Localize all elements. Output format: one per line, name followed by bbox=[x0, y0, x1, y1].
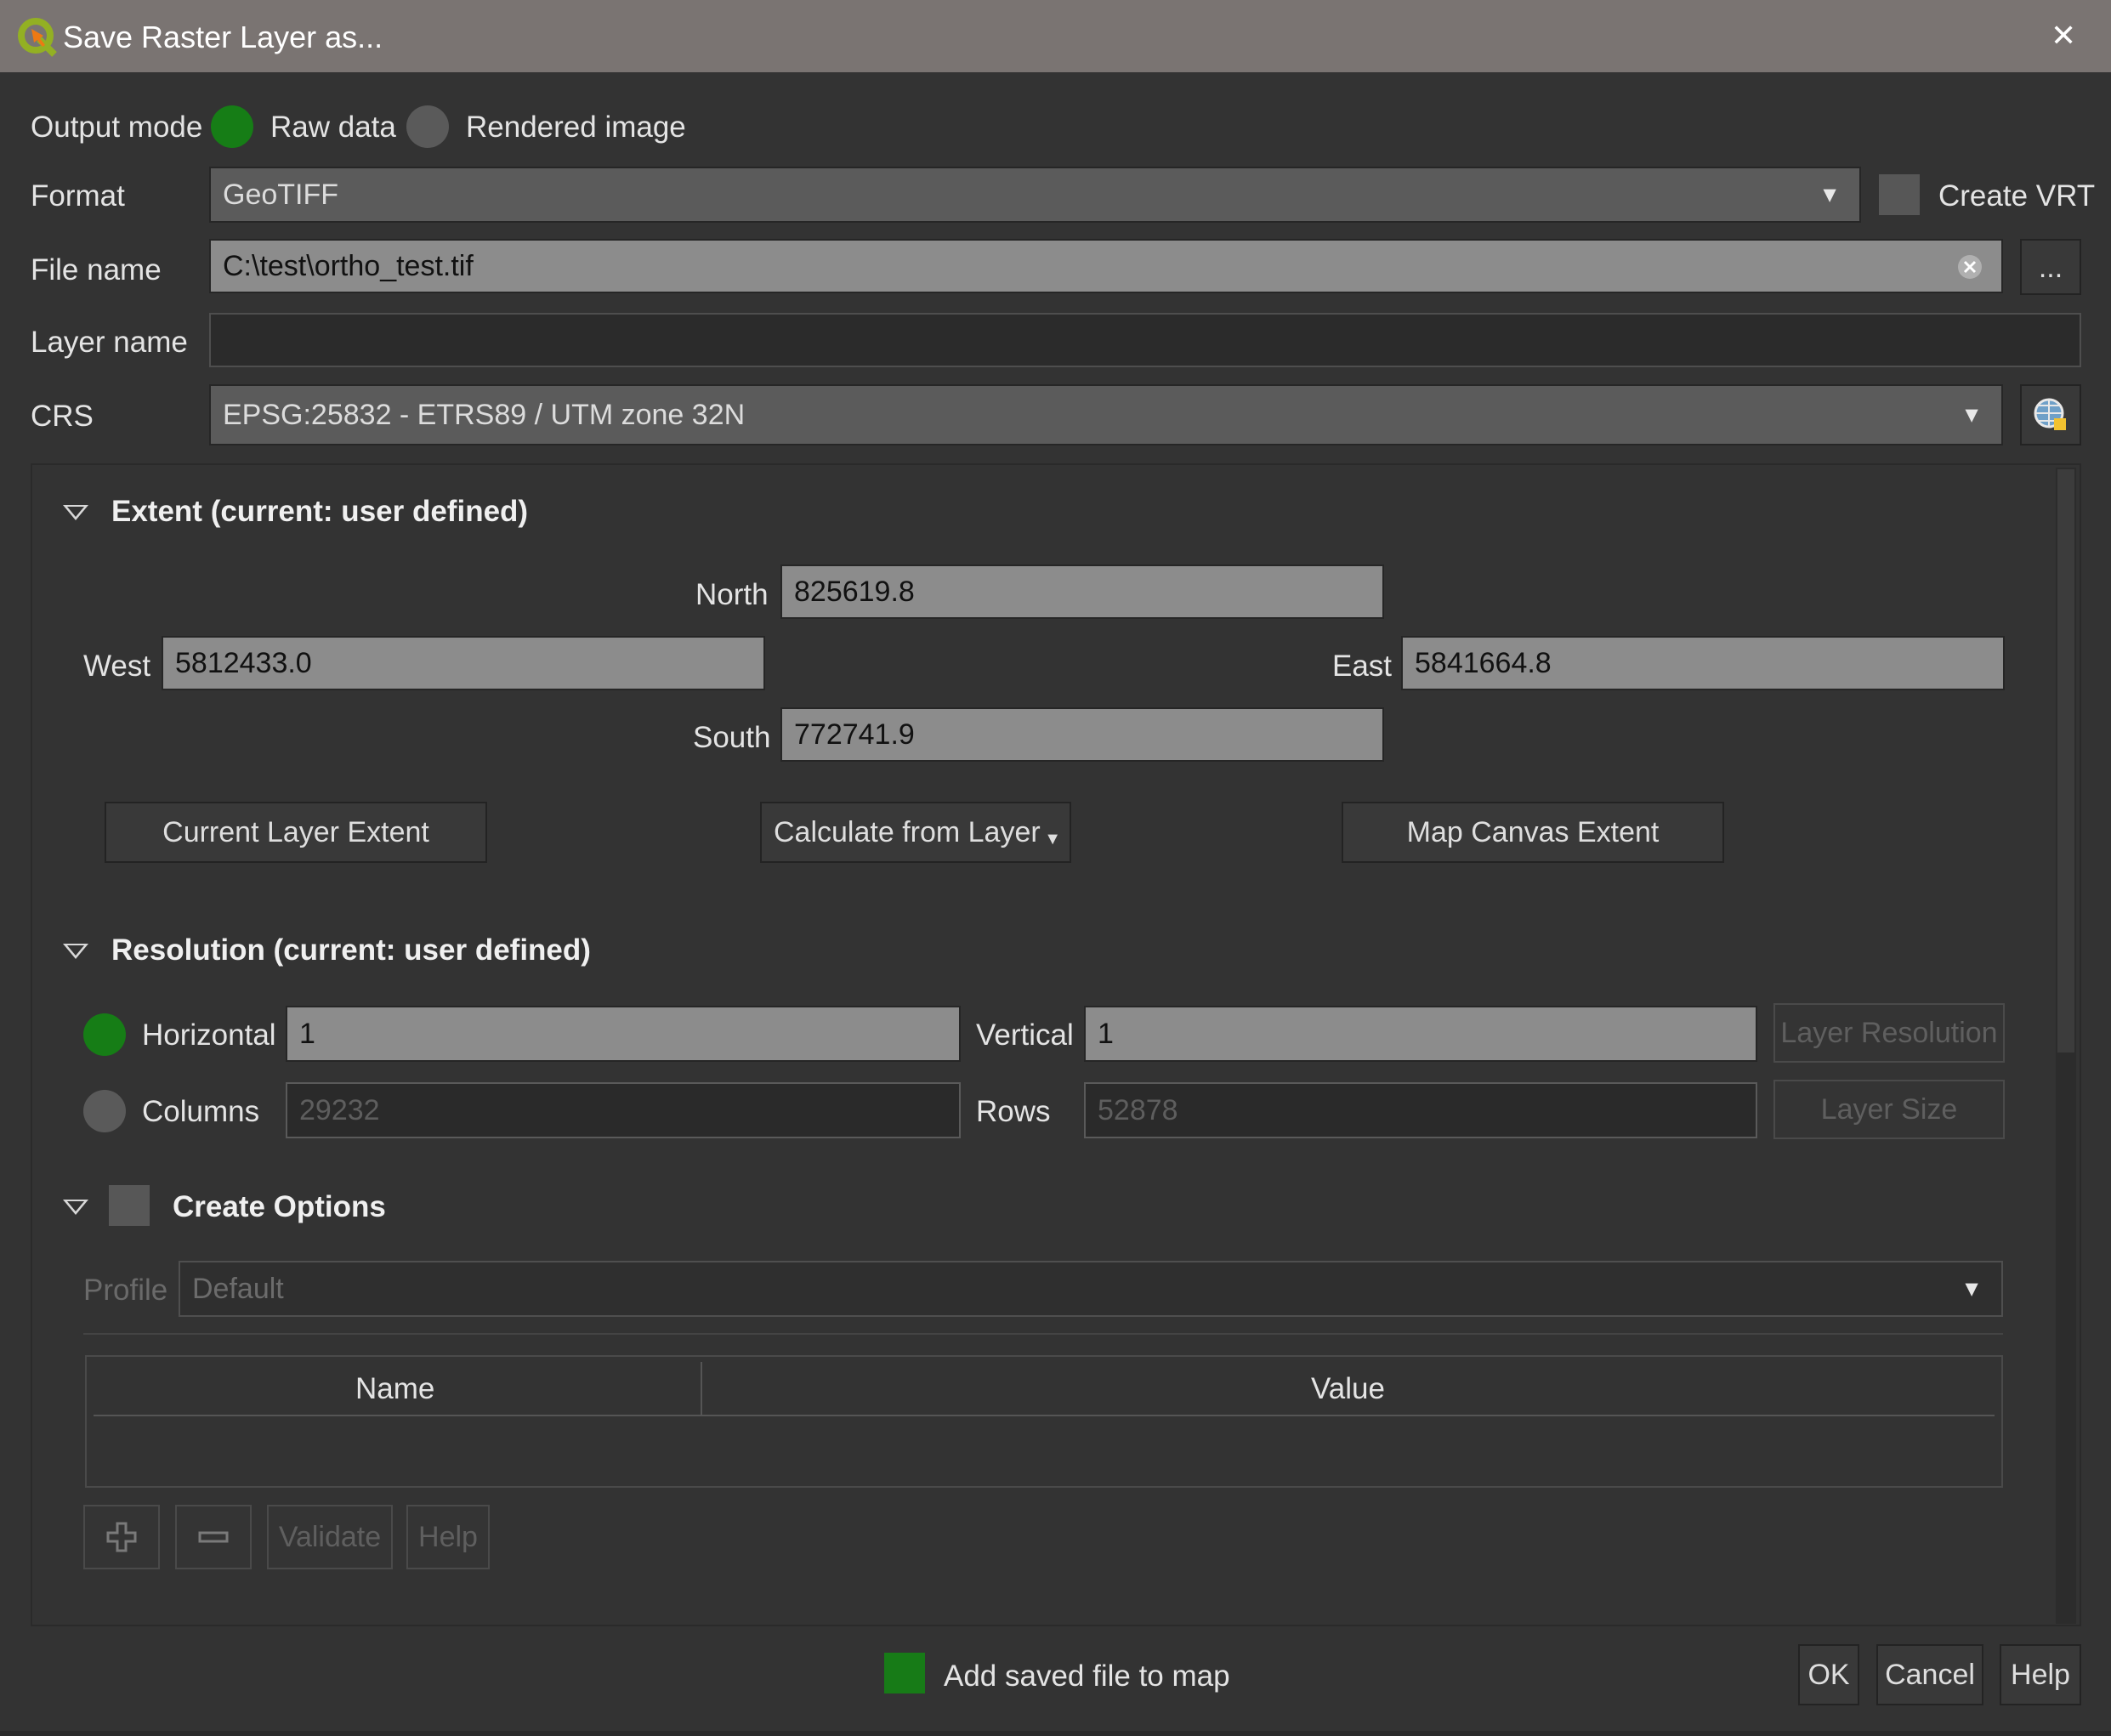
rows-label: Rows bbox=[976, 1095, 1051, 1128]
raw-data-label: Raw data bbox=[270, 111, 396, 144]
help-button[interactable]: Help bbox=[2000, 1644, 2081, 1705]
south-label: South bbox=[693, 721, 771, 754]
format-label: Format bbox=[31, 179, 125, 213]
value-column-header[interactable]: Value bbox=[1311, 1374, 1385, 1404]
file-name-input[interactable]: C:\test\ortho_test.tif bbox=[209, 239, 2003, 293]
columns-label: Columns bbox=[142, 1095, 260, 1128]
south-input[interactable]: 772741.9 bbox=[780, 707, 1384, 762]
calculate-from-layer-label: Calculate from Layer bbox=[774, 815, 1041, 848]
close-icon[interactable]: ✕ bbox=[2051, 20, 2076, 51]
chevron-down-icon: ▼ bbox=[1044, 830, 1061, 848]
ok-button[interactable]: OK bbox=[1798, 1644, 1859, 1705]
map-canvas-extent-button[interactable]: Map Canvas Extent bbox=[1342, 802, 1724, 863]
resolution-section-title[interactable]: Resolution (current: user defined) bbox=[111, 935, 591, 965]
profile-value: Default bbox=[192, 1272, 284, 1305]
east-label: East bbox=[1332, 650, 1393, 683]
options-table: Name Value bbox=[85, 1355, 2003, 1488]
clear-icon[interactable] bbox=[1957, 254, 1983, 280]
qgis-logo-icon bbox=[18, 18, 57, 57]
rendered-image-radio[interactable] bbox=[406, 105, 449, 148]
extent-section-title[interactable]: Extent (current: user defined) bbox=[111, 496, 528, 526]
scrollbar-thumb[interactable] bbox=[2057, 469, 2074, 1052]
rows-input[interactable]: 52878 bbox=[1084, 1082, 1757, 1138]
title-bar: Save Raster Layer as... ✕ bbox=[0, 0, 2111, 72]
vertical-label: Vertical bbox=[976, 1018, 1074, 1052]
cancel-button[interactable]: Cancel bbox=[1876, 1644, 1983, 1705]
file-name-value: C:\test\ortho_test.tif bbox=[223, 250, 474, 282]
format-value: GeoTIFF bbox=[223, 178, 339, 211]
east-input[interactable]: 5841664.8 bbox=[1401, 636, 2005, 690]
save-raster-dialog: Save Raster Layer as... ✕ Output mode Ra… bbox=[0, 0, 2111, 1736]
validate-button[interactable]: Validate bbox=[267, 1505, 393, 1569]
north-input[interactable]: 825619.8 bbox=[780, 564, 1384, 619]
chevron-down-icon: ▼ bbox=[1961, 1275, 1983, 1302]
plus-icon bbox=[106, 1522, 137, 1552]
output-mode-label: Output mode bbox=[31, 111, 203, 144]
add-option-button[interactable] bbox=[83, 1505, 160, 1569]
add-to-map-label: Add saved file to map bbox=[944, 1659, 1230, 1693]
crs-selector-button[interactable] bbox=[2020, 384, 2081, 445]
north-label: North bbox=[695, 578, 769, 611]
create-options-checkbox[interactable] bbox=[109, 1185, 150, 1226]
create-vrt-label: Create VRT bbox=[1938, 179, 2096, 213]
crs-combo[interactable]: EPSG:25832 - ETRS89 / UTM zone 32N ▼ bbox=[209, 384, 2003, 445]
west-label: West bbox=[83, 650, 151, 683]
horizontal-label: Horizontal bbox=[142, 1018, 276, 1052]
chevron-down-icon: ▼ bbox=[1961, 401, 1983, 428]
raw-data-radio[interactable] bbox=[211, 105, 253, 148]
crs-label: CRS bbox=[31, 400, 94, 433]
vertical-input[interactable]: 1 bbox=[1084, 1006, 1757, 1062]
current-layer-extent-button[interactable]: Current Layer Extent bbox=[105, 802, 487, 863]
add-to-map-checkbox[interactable] bbox=[884, 1653, 925, 1693]
table-header-divider bbox=[94, 1415, 1995, 1416]
window-title: Save Raster Layer as... bbox=[63, 20, 383, 54]
crs-value: EPSG:25832 - ETRS89 / UTM zone 32N bbox=[223, 398, 746, 431]
layer-name-label: Layer name bbox=[31, 326, 188, 359]
file-name-label: File name bbox=[31, 253, 162, 286]
calculate-from-layer-button[interactable]: Calculate from Layer ▼ bbox=[760, 802, 1071, 863]
format-combo[interactable]: GeoTIFF ▼ bbox=[209, 167, 1861, 223]
remove-option-button[interactable] bbox=[175, 1505, 252, 1569]
layer-size-button[interactable]: Layer Size bbox=[1773, 1080, 2005, 1139]
minus-icon bbox=[198, 1531, 229, 1543]
columns-radio[interactable] bbox=[83, 1090, 126, 1132]
create-options-title[interactable]: Create Options bbox=[173, 1192, 386, 1222]
create-options-help-button[interactable]: Help bbox=[406, 1505, 490, 1569]
rendered-image-label: Rendered image bbox=[466, 111, 686, 144]
profile-label: Profile bbox=[83, 1274, 168, 1307]
create-vrt-checkbox[interactable] bbox=[1879, 174, 1920, 215]
collapse-create-options-icon[interactable] bbox=[63, 1200, 88, 1215]
column-divider bbox=[701, 1362, 702, 1415]
collapse-resolution-icon[interactable] bbox=[63, 944, 88, 959]
horizontal-input[interactable]: 1 bbox=[286, 1006, 961, 1062]
collapse-extent-icon[interactable] bbox=[63, 505, 88, 520]
globe-icon bbox=[2034, 398, 2066, 430]
name-column-header[interactable]: Name bbox=[355, 1374, 434, 1404]
browse-button[interactable]: ... bbox=[2020, 239, 2081, 295]
horizontal-radio[interactable] bbox=[83, 1013, 126, 1056]
profile-combo[interactable]: Default ▼ bbox=[179, 1261, 2003, 1317]
columns-input[interactable]: 29232 bbox=[286, 1082, 961, 1138]
layer-name-input[interactable] bbox=[209, 313, 2081, 367]
bottom-edge bbox=[0, 1731, 2111, 1736]
divider bbox=[83, 1333, 2003, 1335]
west-input[interactable]: 5812433.0 bbox=[162, 636, 765, 690]
layer-resolution-button[interactable]: Layer Resolution bbox=[1773, 1003, 2005, 1063]
chevron-down-icon: ▼ bbox=[1819, 181, 1841, 207]
